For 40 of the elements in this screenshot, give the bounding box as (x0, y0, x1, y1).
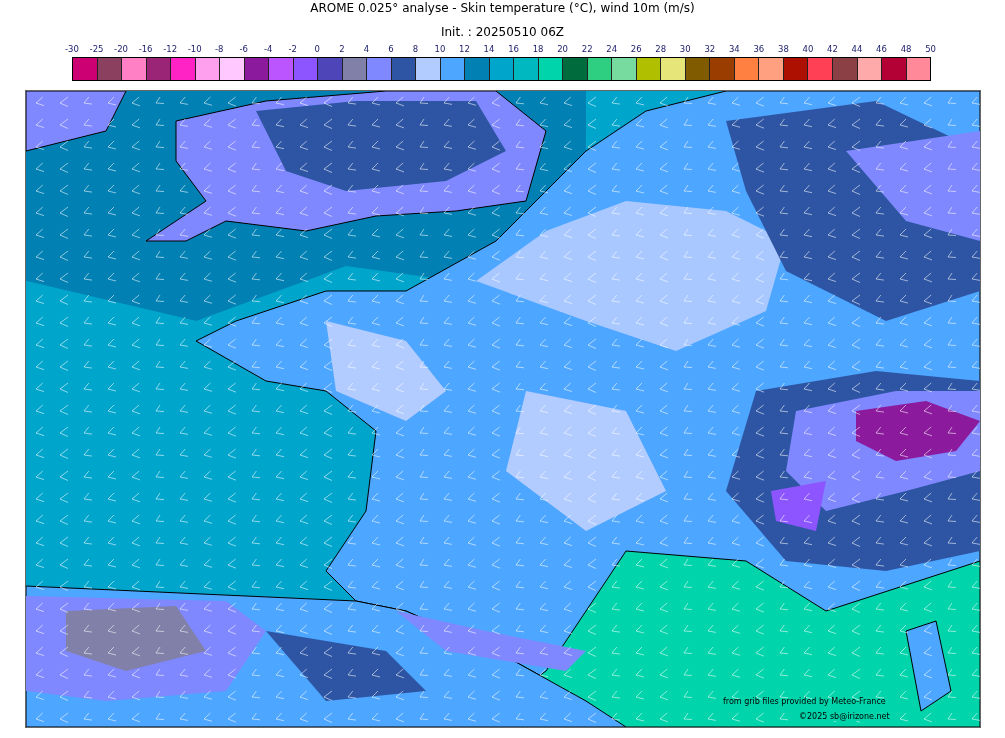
scale-tick-label: 38 (777, 43, 790, 55)
scale-tick-label: 30 (678, 43, 692, 55)
scale-tick-label: 36 (752, 43, 766, 55)
scale-tick-label: -6 (238, 43, 249, 55)
scale-tick-label: -30 (64, 43, 80, 55)
scale-tick-label: 8 (411, 43, 420, 55)
copyright-note: ©2025 sb@irizone.net (797, 712, 892, 721)
scale-tick-label: -20 (113, 43, 129, 55)
scale-tick-label: 26 (629, 43, 643, 55)
data-source-note: from grib files provided by Meteo-France (723, 697, 886, 706)
scale-tick-label: 50 (924, 43, 937, 55)
scale-tick-label: -10 (186, 43, 203, 55)
scale-tick-label: 16 (507, 43, 520, 55)
scale-tick-label: 12 (458, 43, 471, 55)
scale-tick-label: -16 (137, 43, 154, 55)
scale-tick-label: 46 (875, 43, 888, 55)
scale-tick-label: 20 (556, 43, 570, 55)
scale-tick-label: 48 (899, 43, 913, 55)
scale-tick-label: 32 (703, 43, 717, 55)
scale-tick-label: 6 (387, 43, 395, 55)
scale-tick-label: 4 (362, 43, 371, 55)
scale-tick-label: 40 (801, 43, 815, 55)
scale-tick-label: -4 (263, 43, 274, 55)
scale-tick-label: 14 (482, 43, 496, 55)
scale-tick-label: -8 (213, 43, 225, 55)
scale-tick-label: 44 (850, 43, 864, 55)
scale-tick-label: 10 (433, 43, 447, 55)
chart-title: AROME 0.025° analyse - Skin temperature (°C), wind 10m (m/s) (309, 0, 696, 15)
scale-tick-label: 0 (313, 43, 321, 55)
scale-tick-label: -12 (162, 43, 179, 55)
scale-tick-label: 24 (605, 43, 619, 55)
scale-tick-label: -2 (287, 43, 298, 55)
scale-tick-label: 42 (826, 43, 839, 55)
scale-tick-label: 28 (654, 43, 668, 55)
scale-tick-label: 2 (338, 43, 346, 55)
chart-subtitle: Init. : 20250510 06Z (439, 25, 566, 39)
scale-tick-label: 34 (727, 43, 741, 55)
scale-tick-label: 18 (531, 43, 545, 55)
scale-tick-label: -25 (88, 43, 105, 55)
scale-tick-label: 22 (580, 43, 594, 55)
